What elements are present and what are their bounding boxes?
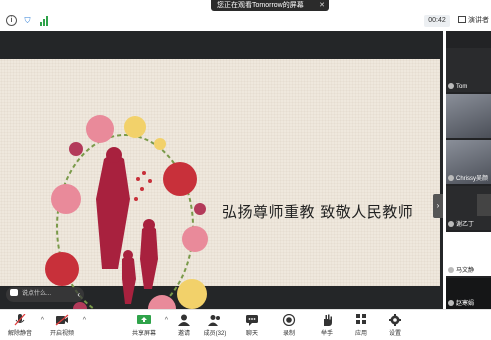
shield-icon[interactable]: ⛉: [22, 15, 33, 26]
caret-up-icon[interactable]: ^: [83, 317, 86, 324]
speaker-view-button[interactable]: 演讲者: [458, 15, 491, 27]
record-icon: [282, 314, 296, 326]
unmute-button[interactable]: 解除静音 ^: [2, 314, 44, 337]
meeting-timer: 00:42: [424, 15, 450, 27]
start-video-label: 开启视频: [49, 331, 74, 337]
slide-title: 弘扬尊师重教 致敬人民教师: [222, 203, 414, 221]
start-video-button[interactable]: 开启视频 ^: [44, 314, 86, 337]
grid-view-icon: [458, 16, 466, 23]
participant-tile[interactable]: 谢乙丁: [446, 186, 491, 230]
settings-button[interactable]: 设置: [377, 314, 413, 337]
participant-name: Tom: [448, 83, 467, 90]
chat-bubble-icon: [246, 315, 258, 326]
gear-icon: [389, 314, 401, 326]
invite-label: 邀请: [177, 331, 190, 337]
participant-name: 谢乙丁: [448, 219, 474, 228]
raise-hand-button[interactable]: 举手: [309, 314, 345, 337]
close-icon[interactable]: ✕: [319, 0, 325, 11]
unmute-label: 解除静音: [7, 331, 32, 337]
chat-input-bubble[interactable]: 说点什么... ‹: [6, 287, 84, 302]
info-icon[interactable]: i: [6, 15, 17, 26]
participant-tile[interactable]: 马文静: [446, 232, 491, 276]
meeting-window: 您正在观看Tomorrow的屏幕 ✕ i ⛉ 00:42 演讲者 弘扬尊师重教 …: [0, 0, 491, 340]
shared-screen-area: 弘扬尊师重教 致敬人民教师 › 说点什么... ‹: [0, 31, 443, 340]
video-off-icon: [55, 314, 69, 326]
apps-button[interactable]: 应用: [343, 314, 379, 337]
participant-name: Chrissy吴颜: [448, 173, 488, 182]
record-button[interactable]: 录制: [271, 314, 307, 337]
record-label: 录制: [282, 331, 295, 337]
chat-button[interactable]: 聊天: [234, 314, 270, 337]
members-icon: [208, 315, 220, 326]
settings-label: 设置: [388, 331, 401, 337]
speaker-view-label: 演讲者: [468, 17, 489, 24]
muted-mic-icon: [14, 314, 26, 326]
chat-placeholder: 说点什么...: [22, 291, 52, 297]
participant-name: 赵寒娟: [448, 298, 474, 307]
participant-tile[interactable]: [446, 94, 491, 138]
apps-grid-icon: [356, 314, 366, 324]
share-screen-icon: [137, 315, 151, 324]
signal-icon[interactable]: [38, 15, 49, 26]
raise-hand-label: 举手: [320, 331, 333, 337]
participant-tile[interactable]: 赵寒娟: [446, 278, 491, 309]
panel-collapse-handle[interactable]: ›: [433, 194, 443, 218]
apps-label: 应用: [354, 331, 367, 337]
participant-tile[interactable]: Chrissy吴颜: [446, 140, 491, 184]
participant-video: [477, 194, 491, 216]
chat-label: 聊天: [245, 331, 258, 337]
bottom-toolbar: 解除静音 ^ 开启视频 ^ 共享屏幕 ^ 邀请 成员(32) 聊天 录制 举手 …: [0, 309, 491, 340]
chat-icon: [10, 289, 18, 296]
share-screen-label: 共享屏幕: [131, 331, 156, 337]
hand-icon: [324, 314, 332, 326]
chevron-left-icon[interactable]: ‹: [77, 287, 80, 302]
participant-name: 马文静: [448, 265, 474, 274]
participant-panel: Tom Chrissy吴颜 谢乙丁 马文静 赵寒娟: [446, 31, 491, 309]
presentation-slide: 弘扬尊师重教 致敬人民教师: [0, 59, 440, 340]
top-bar: i ⛉ 00:42 演讲者: [0, 11, 491, 31]
banner-text: 您正在观看Tomorrow的屏幕: [217, 2, 304, 9]
participant-tile[interactable]: Tom: [446, 48, 491, 92]
teacher-wreath-illustration: [45, 115, 208, 340]
members-button[interactable]: 成员(32): [197, 314, 233, 337]
share-screen-button[interactable]: 共享屏幕 ^: [126, 314, 168, 337]
members-label: 成员(32): [203, 331, 227, 337]
screen-share-banner: 您正在观看Tomorrow的屏幕 ✕: [211, 0, 329, 11]
invite-icon: [178, 314, 190, 326]
